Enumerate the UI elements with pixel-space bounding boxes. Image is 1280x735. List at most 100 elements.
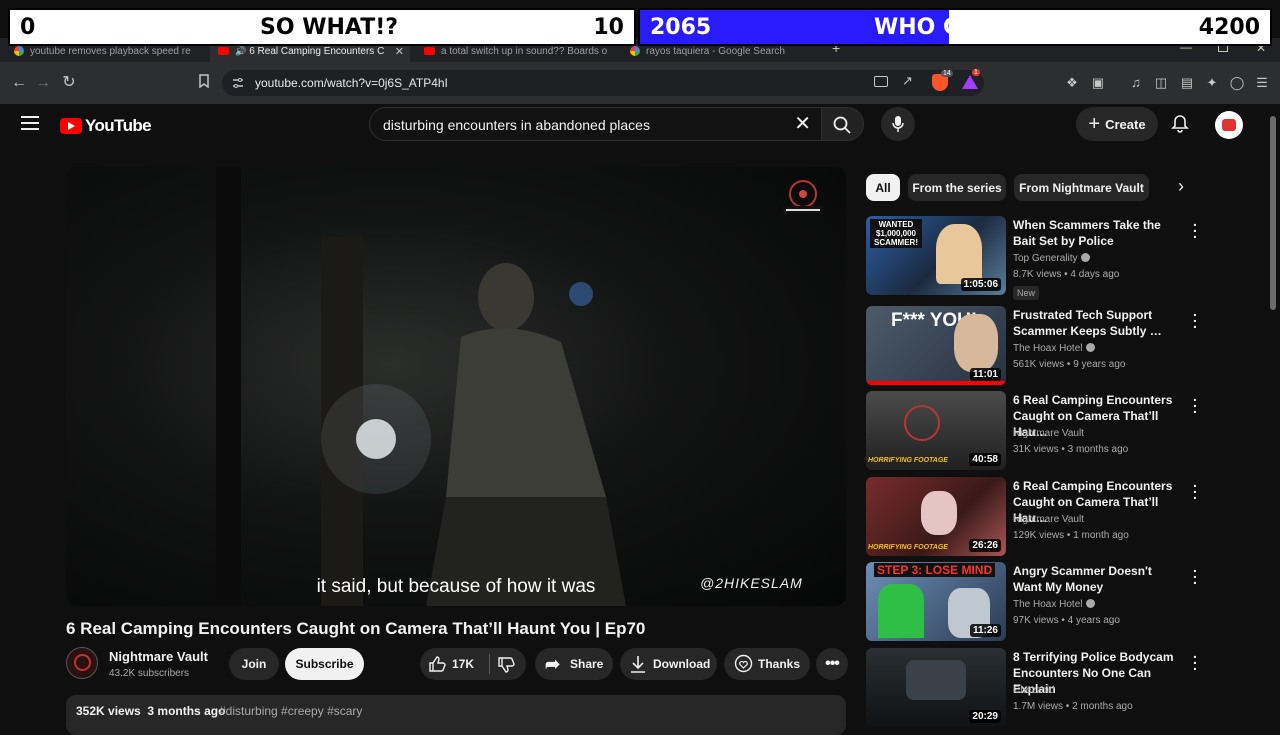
video-thumbnail[interactable]: WANTED $1,000,000 SCAMMER! 1:05:06 bbox=[866, 216, 1006, 295]
like-button[interactable] bbox=[428, 655, 446, 676]
video-duration: 1:05:06 bbox=[960, 278, 1001, 291]
video-thumbnail[interactable]: 20:29 bbox=[866, 648, 1006, 727]
brave-shields-icon[interactable]: 14 bbox=[932, 70, 953, 91]
subscribe-button[interactable]: Subscribe bbox=[285, 648, 364, 680]
back-icon[interactable]: ← bbox=[10, 74, 28, 92]
more-icon: ••• bbox=[825, 655, 840, 672]
recommendation-title[interactable]: When Scammers Take the Bait Set by Polic… bbox=[1013, 217, 1183, 249]
more-options-icon[interactable]: ... bbox=[1189, 475, 1201, 501]
like-divider bbox=[489, 654, 490, 674]
account-avatar[interactable] bbox=[1215, 111, 1243, 139]
recommendation-item[interactable]: 20:29 8 Terrifying Police Bodycam Encoun… bbox=[866, 646, 1206, 728]
voice-search-button[interactable] bbox=[881, 107, 915, 141]
video-thumbnail[interactable]: HORRIFYING FOOTAGE 26:26 bbox=[866, 477, 1006, 556]
site-settings-icon[interactable] bbox=[232, 77, 244, 89]
video-duration: 11:01 bbox=[969, 368, 1001, 381]
url-text: youtube.com/watch?v=0j6S_ATP4hI bbox=[255, 76, 448, 90]
thumbnail-text: STEP 3: LOSE MIND bbox=[874, 563, 996, 577]
search-query-text: disturbing encounters in abandoned place… bbox=[383, 117, 650, 133]
like-count: 17K bbox=[452, 657, 475, 671]
more-options-icon[interactable]: ... bbox=[1189, 304, 1201, 330]
join-button[interactable]: Join bbox=[229, 648, 279, 680]
view-count: 352K views 3 months ago bbox=[76, 704, 226, 718]
recommendation-item[interactable]: STEP 3: LOSE MIND 11:26 Angry Scammer Do… bbox=[866, 560, 1206, 642]
vpn-icon[interactable]: ◯ bbox=[1229, 75, 1245, 91]
recommendation-channel[interactable]: Nightmare Vault bbox=[1013, 514, 1084, 525]
menu-icon[interactable]: ☰ bbox=[1254, 75, 1270, 91]
recommendation-item[interactable]: WANTED $1,000,000 SCAMMER! 1:05:06 When … bbox=[866, 214, 1206, 300]
thumbs-down-icon bbox=[498, 657, 515, 673]
wallet-icon[interactable]: ▤ bbox=[1179, 75, 1195, 91]
brave-rewards-icon[interactable]: 1 bbox=[962, 69, 980, 89]
channel-avatar[interactable] bbox=[66, 647, 98, 679]
super-thanks-icon bbox=[734, 654, 753, 673]
recommendation-channel[interactable]: Top Generality bbox=[1013, 253, 1091, 264]
hamburger-menu-icon[interactable] bbox=[21, 116, 39, 130]
leo-ai-icon[interactable]: ✦ bbox=[1204, 75, 1220, 91]
browser-toolbar: ← → ↻ youtube.com/watch?v=0j6S_ATP4hI ↗ … bbox=[0, 62, 1280, 104]
recommendation-channel[interactable]: The Hoax Hotel bbox=[1013, 599, 1096, 610]
cast-icon[interactable] bbox=[874, 76, 888, 87]
more-options-icon[interactable]: ... bbox=[1189, 389, 1201, 415]
tab-label: rayos taquiera - Google Search bbox=[646, 45, 785, 57]
chevron-right-icon[interactable]: › bbox=[1168, 176, 1194, 200]
video-thumbnail[interactable]: F*** YOU! 11:01 bbox=[866, 306, 1006, 385]
new-badge: New bbox=[1013, 286, 1040, 300]
chip-all[interactable]: All bbox=[866, 174, 900, 201]
recommendation-channel[interactable]: Nightmare Vault bbox=[1013, 428, 1084, 439]
description-box[interactable]: 352K views 3 months ago #disturbing #cre… bbox=[66, 695, 846, 735]
bookmark-icon[interactable] bbox=[195, 74, 213, 92]
more-options-icon[interactable]: ... bbox=[1189, 560, 1201, 586]
chip-from-the-series[interactable]: From the series bbox=[908, 174, 1006, 201]
video-thumbnail[interactable]: STEP 3: LOSE MIND 11:26 bbox=[866, 562, 1006, 641]
video-player[interactable]: it said, but because of how it was @2HIK… bbox=[66, 167, 846, 606]
more-options-icon[interactable]: ... bbox=[1189, 214, 1201, 240]
verified-icon bbox=[1081, 253, 1091, 262]
video-thumbnail[interactable]: HORRIFYING FOOTAGE 40:58 bbox=[866, 391, 1006, 470]
youtube-play-icon bbox=[60, 118, 82, 134]
recommendation-channel[interactable]: The Hoax Hotel bbox=[1013, 343, 1096, 354]
extensions-icon[interactable]: ❖ bbox=[1064, 75, 1080, 91]
microphone-icon bbox=[892, 116, 904, 132]
hashtags[interactable]: #disturbing #creepy #scary bbox=[219, 704, 362, 718]
notifications-bell-icon[interactable] bbox=[1170, 114, 1190, 134]
page-scrollbar[interactable] bbox=[1270, 116, 1276, 310]
dislike-button[interactable] bbox=[497, 656, 515, 677]
recommendation-title[interactable]: Frustrated Tech Support Scammer Keeps Su… bbox=[1013, 307, 1183, 339]
speaker-icon: 🔊 bbox=[235, 45, 247, 56]
recommendation-item[interactable]: HORRIFYING FOOTAGE 40:58 6 Real Camping … bbox=[866, 389, 1206, 471]
create-label: Create bbox=[1105, 116, 1146, 132]
share-button[interactable]: ➦ Share bbox=[535, 648, 613, 680]
clear-search-icon[interactable]: ✕ bbox=[794, 113, 811, 135]
so-what-counter: 0 SO WHAT!? 10 bbox=[8, 8, 636, 46]
media-icon[interactable]: ♫ bbox=[1128, 75, 1144, 91]
tab-label: 6 Real Camping Encounters C bbox=[249, 45, 385, 57]
thumbs-up-icon bbox=[429, 656, 446, 672]
forward-icon[interactable]: → bbox=[34, 74, 52, 92]
thanks-button[interactable]: Thanks bbox=[724, 648, 810, 680]
screenshot-icon[interactable]: ▣ bbox=[1090, 75, 1106, 91]
video-duration: 20:29 bbox=[969, 710, 1001, 723]
sidebar-icon[interactable]: ◫ bbox=[1153, 75, 1169, 91]
create-button[interactable]: + Create bbox=[1076, 107, 1158, 141]
search-button[interactable] bbox=[822, 107, 864, 141]
more-options-icon[interactable]: ... bbox=[1189, 646, 1201, 672]
youtube-logo[interactable]: YouTube bbox=[60, 116, 152, 136]
recommendation-item[interactable]: F*** YOU! 11:01 Frustrated Tech Support … bbox=[866, 304, 1206, 386]
download-button[interactable]: Download bbox=[620, 648, 717, 680]
thumbnail-text: HORRIFYING FOOTAGE bbox=[868, 457, 948, 464]
recommendation-title[interactable]: Angry Scammer Doesn't Want My Money bbox=[1013, 563, 1183, 595]
close-tab-icon[interactable]: ✕ bbox=[395, 45, 404, 58]
recommendation-meta: 561K views • 9 years ago bbox=[1013, 359, 1126, 370]
recommendation-meta: 31K views • 3 months ago bbox=[1013, 444, 1129, 455]
search-input[interactable]: disturbing encounters in abandoned place… bbox=[369, 107, 822, 141]
reload-icon[interactable]: ↻ bbox=[60, 74, 78, 92]
recommendation-channel[interactable]: Chezzoid bbox=[1013, 685, 1055, 696]
recommendation-item[interactable]: HORRIFYING FOOTAGE 26:26 6 Real Camping … bbox=[866, 475, 1206, 557]
share-page-icon[interactable]: ↗ bbox=[902, 73, 913, 89]
address-bar[interactable]: youtube.com/watch?v=0j6S_ATP4hI ↗ 14 1 bbox=[222, 69, 984, 96]
channel-name[interactable]: Nightmare Vault bbox=[109, 649, 208, 664]
more-actions-button[interactable]: ••• bbox=[816, 648, 848, 680]
chip-from-nightmare-vault[interactable]: From Nightmare Vault bbox=[1014, 174, 1149, 201]
upload-age: 3 months ago bbox=[147, 704, 226, 718]
